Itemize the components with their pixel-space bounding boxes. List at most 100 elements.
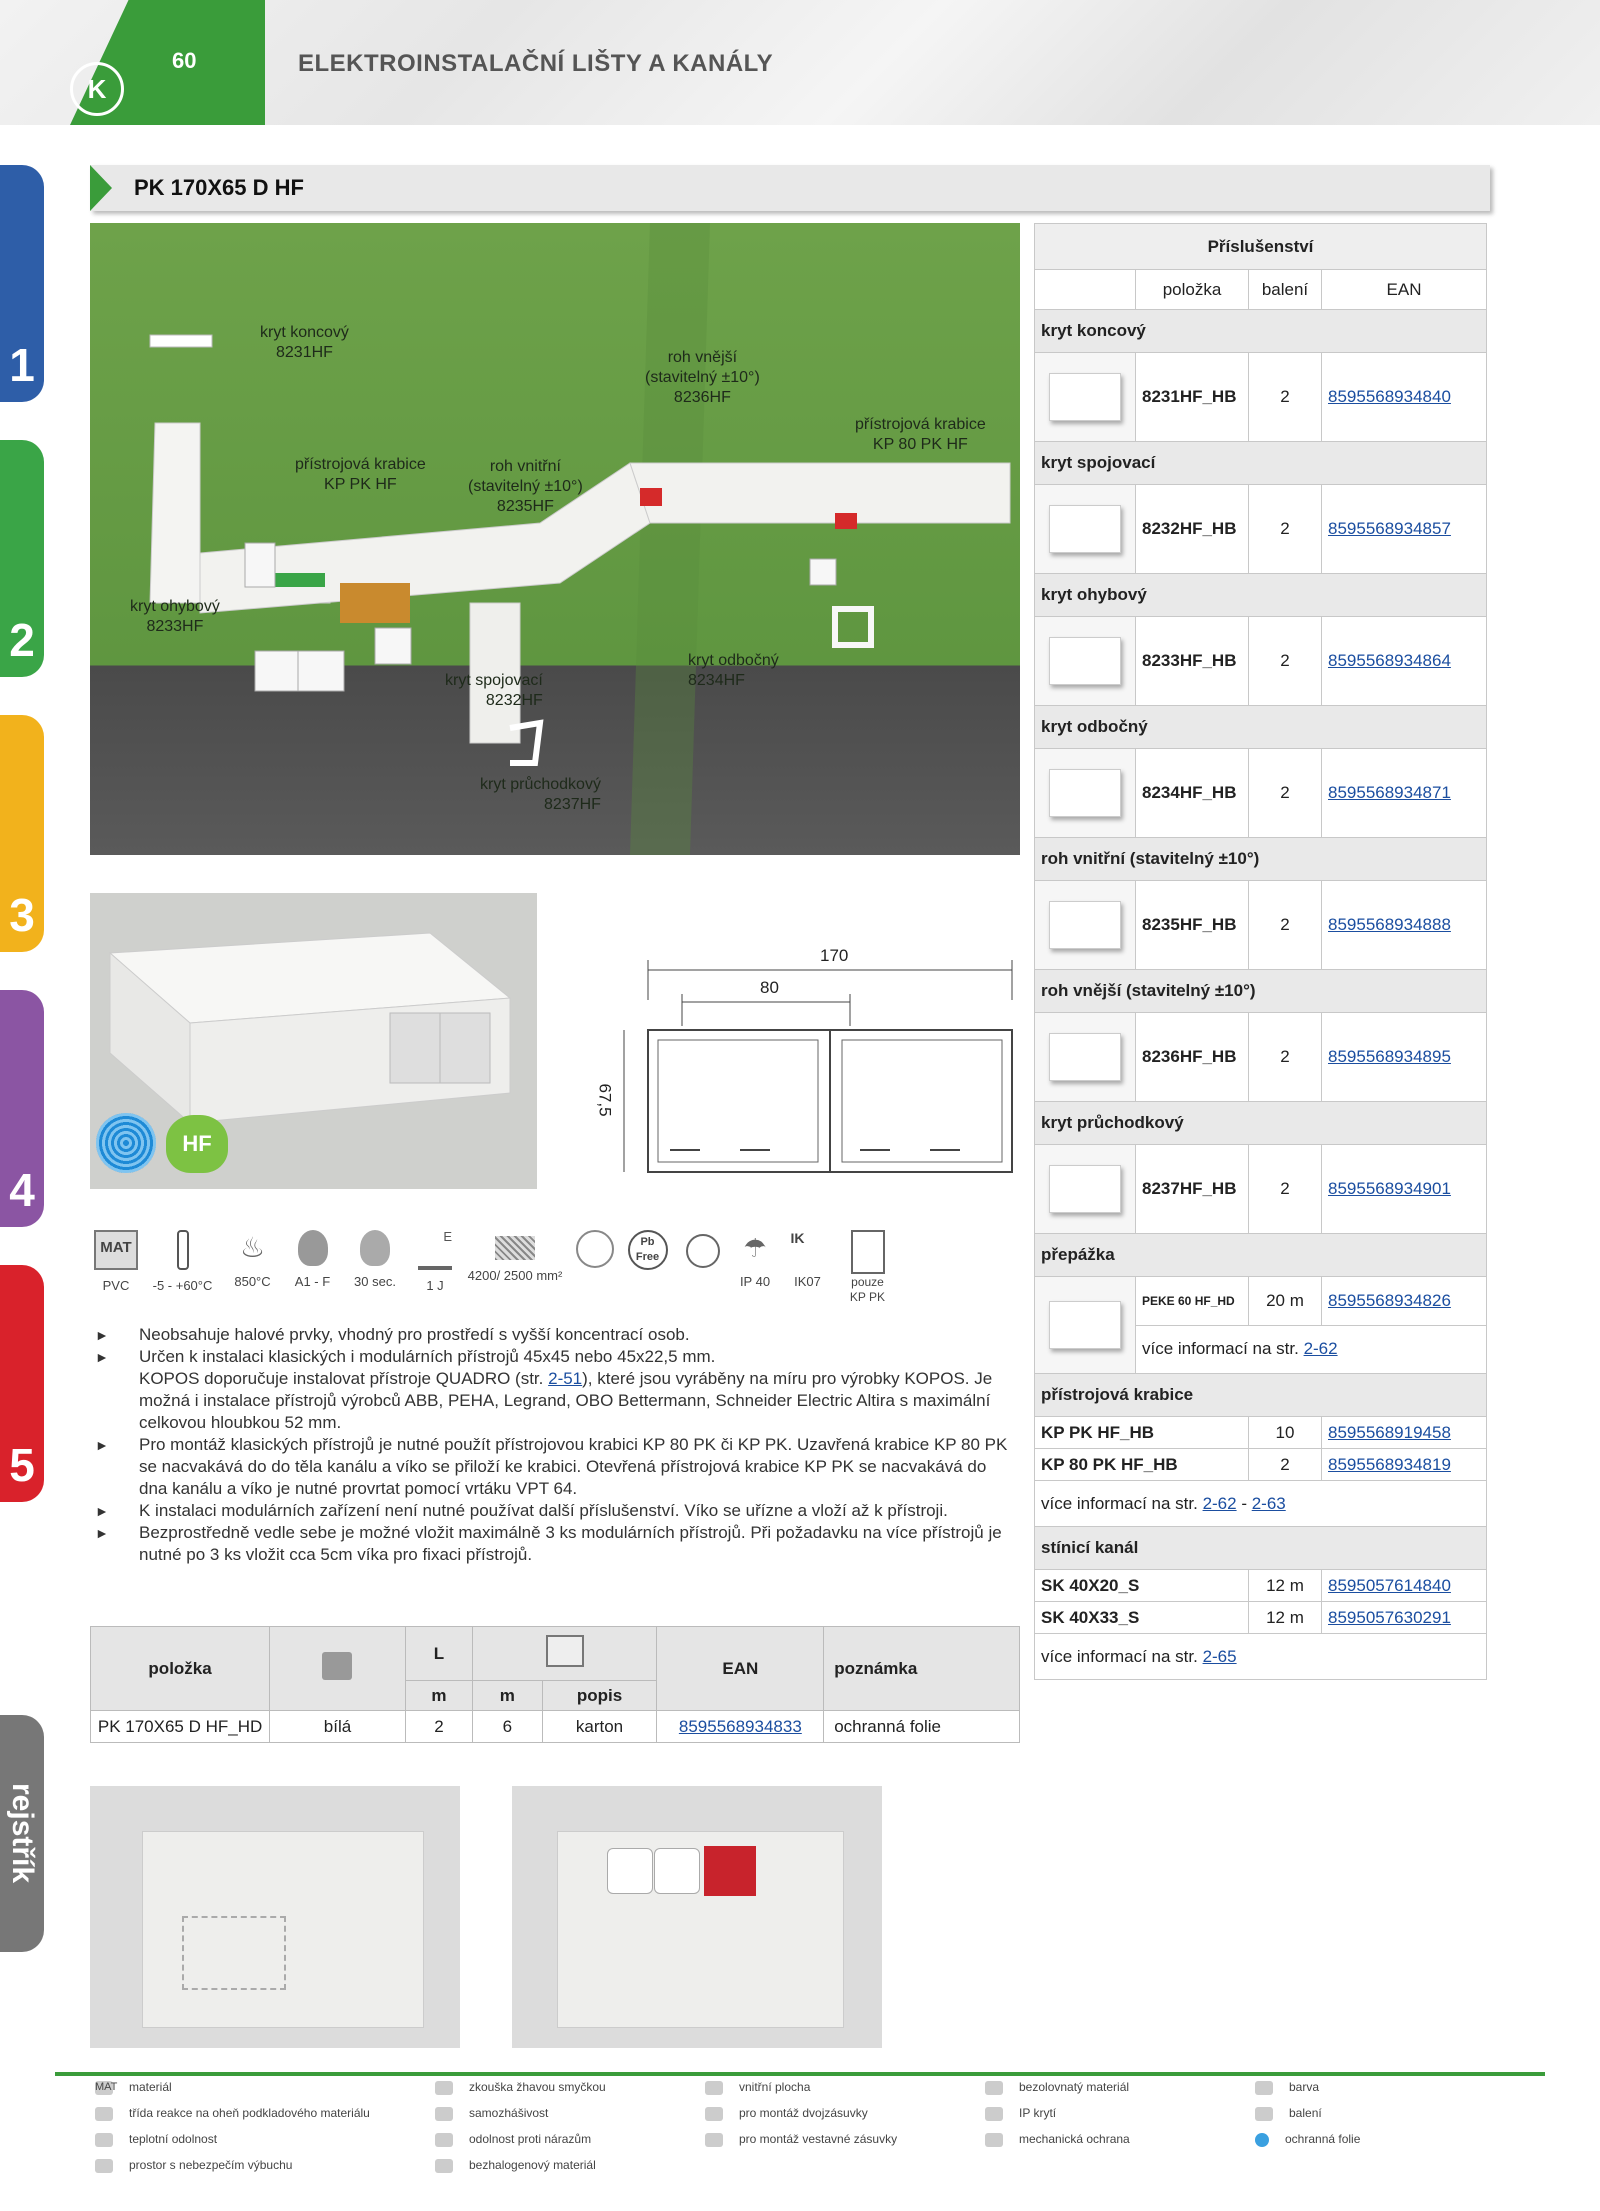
ean-link[interactable]: 8595568934901 [1328, 1179, 1451, 1198]
installation-photo: kryt koncový 8231HF roh vnější (stavitel… [90, 223, 1020, 855]
prepazka-thumb [1034, 1276, 1136, 1374]
prop-label: 4200/ 2500 mm² [467, 1268, 563, 1283]
installation-illustration [149, 223, 1011, 855]
section-prepazka: přepážka [1034, 1233, 1487, 1277]
accessory-section-title: kryt koncový [1034, 309, 1487, 353]
ean-link[interactable]: 8595568934840 [1328, 387, 1451, 406]
col-ean: EAN [1321, 269, 1487, 310]
accessory-code: 8235HF_HB [1135, 880, 1249, 970]
accessory-code: 8237HF_HB [1135, 1144, 1249, 1234]
ean-link[interactable]: 8595568919458 [1328, 1423, 1451, 1442]
krabice-qty: 2 [1248, 1448, 1322, 1481]
legend-item: pro montáž vestavné zásuvky [705, 2132, 897, 2147]
legend-label: prostor s nebezpečím výbuchu [129, 2158, 293, 2172]
stinici-qty: 12 m [1248, 1601, 1322, 1634]
ean-link[interactable]: 8595568934826 [1328, 1291, 1451, 1310]
stinici-ean-cell: 8595057630291 [1321, 1601, 1487, 1634]
hf-clover-icon: HF [166, 1115, 228, 1173]
accessory-qty: 2 [1248, 352, 1322, 442]
accessory-row: 8236HF_HB 2 8595568934895 [1034, 1012, 1487, 1102]
col-l-unit: m [404, 1680, 474, 1711]
krabice-code: KP 80 PK HF_HB [1034, 1448, 1249, 1481]
page-link[interactable]: 2-51 [548, 1369, 582, 1388]
prepazka-more: více informací na str. 2-62 [1135, 1324, 1487, 1374]
legend-label: samozhášivost [469, 2106, 549, 2120]
stinici-ean-cell: 8595057614840 [1321, 1569, 1487, 1602]
legend-label: třída reakce na oheň podkladového materi… [129, 2106, 370, 2120]
profile-drawing: 170 80 67,5 [596, 946, 1020, 1185]
inner-area-icon [705, 2080, 723, 2095]
krabice-ean-cell: 8595568919458 [1321, 1416, 1487, 1449]
prop-glow-wire: ♨ 850°C [225, 1230, 280, 1289]
legend-item: odolnost proti nárazům [435, 2132, 591, 2147]
double-socket-icon [850, 1230, 885, 1274]
installation-photo-box [90, 1786, 460, 2048]
ean-link[interactable]: 8595568934819 [1328, 1455, 1451, 1474]
socket-mount-icon [576, 1230, 614, 1268]
accessory-thumb [1034, 616, 1136, 706]
legend-item: mechanická ochrana [985, 2132, 1130, 2147]
ean-link[interactable]: 8595568934895 [1328, 1047, 1451, 1066]
prop-label: 850°C [234, 1274, 271, 1289]
ean-link[interactable]: 8595057630291 [1328, 1608, 1451, 1627]
prop-label: -5 - +60°C [152, 1278, 213, 1293]
accessory-section-title: roh vnější (stavitelný ±10°) [1034, 969, 1487, 1013]
trunking-illustration [108, 932, 512, 1125]
legend-label: zkouška žhavou smyčkou [469, 2080, 606, 2094]
prop-label: A1 - F [294, 1274, 331, 1289]
accessory-qty: 2 [1248, 484, 1322, 574]
prop-socket-mount [570, 1230, 620, 1276]
ean-link[interactable]: 8595057614840 [1328, 1576, 1451, 1595]
accessory-qty: 2 [1248, 616, 1322, 706]
chapter-tab-2[interactable]: 2 [0, 440, 44, 677]
dim-inner: 80 [760, 978, 779, 997]
ean-link[interactable]: 8595568934864 [1328, 651, 1451, 670]
self-extinguishing-icon [360, 1230, 390, 1266]
page-link[interactable]: 2-62 [1203, 1494, 1237, 1513]
stinici-more: více informací na str. 2-65 [1034, 1633, 1487, 1680]
krabice-qty: 10 [1248, 1416, 1322, 1449]
chapter-tab-4[interactable]: 4 [0, 990, 44, 1227]
material-icon: MAT [94, 1230, 138, 1270]
property-icons: MAT PVC -5 - +60°C ♨ 850°C A1 - F 30 sec… [90, 1230, 1020, 1310]
flame-reaction-icon [95, 2106, 113, 2121]
page-link[interactable]: 2-63 [1252, 1494, 1286, 1513]
double-socket-icon [705, 2106, 723, 2121]
accessory-code: 8236HF_HB [1135, 1012, 1249, 1102]
krabice-code: KP PK HF_HB [1034, 1416, 1249, 1449]
col-baleni: balení [1248, 269, 1322, 310]
col-popis: popis [541, 1680, 658, 1711]
chapter-tab-3[interactable]: 3 [0, 715, 44, 952]
legend-item: balení [1255, 2106, 1322, 2121]
index-tab-label: rejstřík [6, 1783, 39, 1884]
prop-label: IP 40 [739, 1274, 771, 1289]
accessory-ean-cell: 8595568934864 [1321, 616, 1487, 706]
prop-self-extinguish: 30 sec. [345, 1230, 405, 1289]
ean-link[interactable]: 8595568934857 [1328, 519, 1451, 538]
accessory-qty: 2 [1248, 880, 1322, 970]
ean-link[interactable]: 8595568934888 [1328, 915, 1451, 934]
legend-label: IP krytí [1019, 2106, 1057, 2120]
page-link[interactable]: 2-65 [1203, 1647, 1237, 1666]
legend-label: pro montáž dvojzásuvky [739, 2106, 868, 2120]
self-extinguishing-icon [435, 2106, 453, 2121]
ean-link[interactable]: 8595568934871 [1328, 783, 1451, 802]
pristrojova-more: více informací na str. 2-62 - 2-63 [1034, 1480, 1487, 1527]
prop-material: MAT PVC [90, 1230, 142, 1293]
trunking-front [557, 1831, 844, 2028]
page-link[interactable]: 2-62 [1304, 1339, 1338, 1358]
red-socket-icon [704, 1846, 756, 1896]
chapter-tab-5[interactable]: 5 [0, 1265, 44, 1502]
legend-item: pro montáž dvojzásuvky [705, 2106, 868, 2121]
accessory-section-title: kryt ohybový [1034, 573, 1487, 617]
color-bucket-icon [322, 1652, 353, 1680]
order-table: položka L EAN poznámka m m popis PK 170X… [89, 1626, 1020, 1743]
ean-link[interactable]: 8595568934833 [679, 1717, 802, 1736]
material-icon: MAT [95, 2080, 118, 2095]
prop-double-socket: pouze KP PK [835, 1230, 900, 1304]
prop-label: 1 J [426, 1278, 444, 1293]
impact-icon [435, 2132, 453, 2147]
chapter-tab-1[interactable]: 1 [0, 165, 44, 402]
index-tab[interactable]: rejstřík [0, 1715, 44, 1952]
legend-item: bezhalogenový materiál [435, 2158, 596, 2173]
